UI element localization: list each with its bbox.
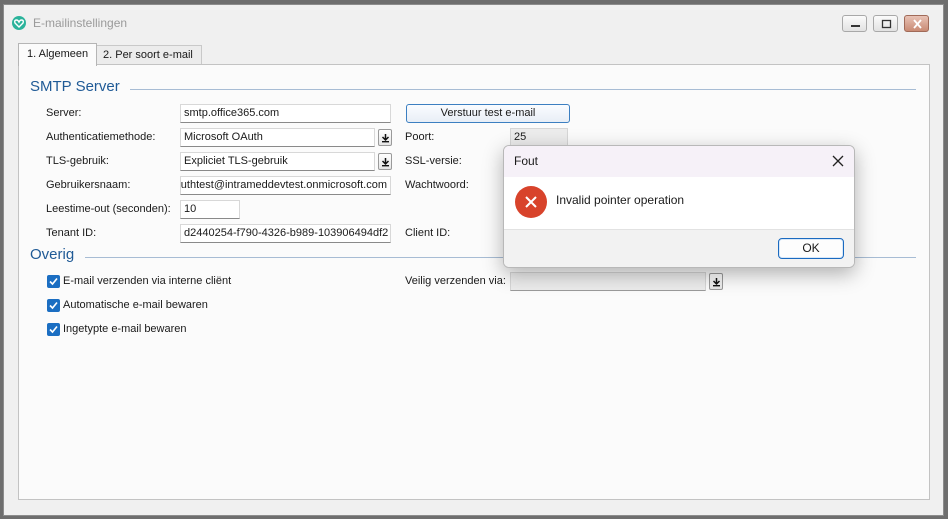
server-label: Server: xyxy=(46,107,82,119)
secure-send-select[interactable] xyxy=(510,272,706,291)
title-bar: E-mailinstellingen xyxy=(4,5,943,39)
tab-per-email-type[interactable]: 2. Per soort e-mail xyxy=(94,45,202,65)
auth-method-select[interactable]: Microsoft OAuth xyxy=(180,128,375,147)
send-via-internal-client-label[interactable]: E-mail verzenden via interne cliënt xyxy=(63,275,231,287)
smtp-group-title: SMTP Server xyxy=(30,78,120,95)
smtp-group-divider xyxy=(130,89,916,90)
save-typed-email-checkbox[interactable] xyxy=(47,323,60,336)
auto-save-email-label[interactable]: Automatische e-mail bewaren xyxy=(63,299,208,311)
minimize-button[interactable] xyxy=(842,15,867,32)
send-via-internal-client-checkbox[interactable] xyxy=(47,275,60,288)
ssl-version-label: SSL-versie: xyxy=(405,155,462,167)
other-group-title: Overig xyxy=(30,246,75,263)
auto-save-email-checkbox[interactable] xyxy=(47,299,60,312)
dialog-body: Invalid pointer operation xyxy=(504,177,854,229)
tls-usage-select[interactable]: Expliciet TLS-gebruik xyxy=(180,152,375,171)
read-timeout-label: Leestime-out (seconden): xyxy=(46,203,171,215)
dialog-footer: OK xyxy=(504,229,854,267)
server-input[interactable]: smtp.office365.com xyxy=(180,104,391,123)
username-input[interactable]: uthtest@intrameddevtest.onmicrosoft.com xyxy=(180,176,391,195)
tenant-id-label: Tenant ID: xyxy=(46,227,97,239)
dialog-title-bar: Fout xyxy=(504,146,854,177)
secure-send-label: Veilig verzenden via: xyxy=(405,275,506,287)
error-x-icon xyxy=(515,186,547,218)
ok-button[interactable]: OK xyxy=(778,238,844,259)
port-label: Poort: xyxy=(405,131,435,143)
dropdown-arrow-icon[interactable] xyxy=(378,129,392,146)
dialog-title: Fout xyxy=(514,154,539,168)
tls-usage-label: TLS-gebruik: xyxy=(46,155,109,167)
read-timeout-input[interactable]: 10 xyxy=(180,200,240,219)
password-label: Wachtwoord: xyxy=(405,179,469,191)
close-button[interactable] xyxy=(904,15,929,32)
save-typed-email-label[interactable]: Ingetypte e-mail bewaren xyxy=(63,323,187,335)
maximize-button[interactable] xyxy=(873,15,898,32)
dropdown-arrow-icon[interactable] xyxy=(378,153,392,170)
username-label: Gebruikersnaam: xyxy=(46,179,131,191)
send-test-email-button[interactable]: Verstuur test e-mail xyxy=(406,104,570,123)
window-title: E-mailinstellingen xyxy=(33,16,128,30)
username-value: uthtest@intrameddevtest.onmicrosoft.com xyxy=(180,179,387,191)
settings-panel: SMTP Server Server: smtp.office365.com V… xyxy=(18,64,930,500)
tenant-id-input[interactable]: d2440254-f790-4326-b989-103906494df2 xyxy=(180,224,391,243)
dropdown-arrow-icon[interactable] xyxy=(709,273,723,290)
client-id-label: Client ID: xyxy=(405,227,451,239)
error-dialog: Fout Invalid pointer operation OK xyxy=(503,145,855,268)
heart-icon xyxy=(12,16,26,30)
tab-general[interactable]: 1. Algemeen xyxy=(18,43,98,66)
error-message: Invalid pointer operation xyxy=(556,193,685,207)
close-icon[interactable] xyxy=(831,154,845,168)
auth-method-label: Authenticatiemethode: xyxy=(46,131,156,143)
